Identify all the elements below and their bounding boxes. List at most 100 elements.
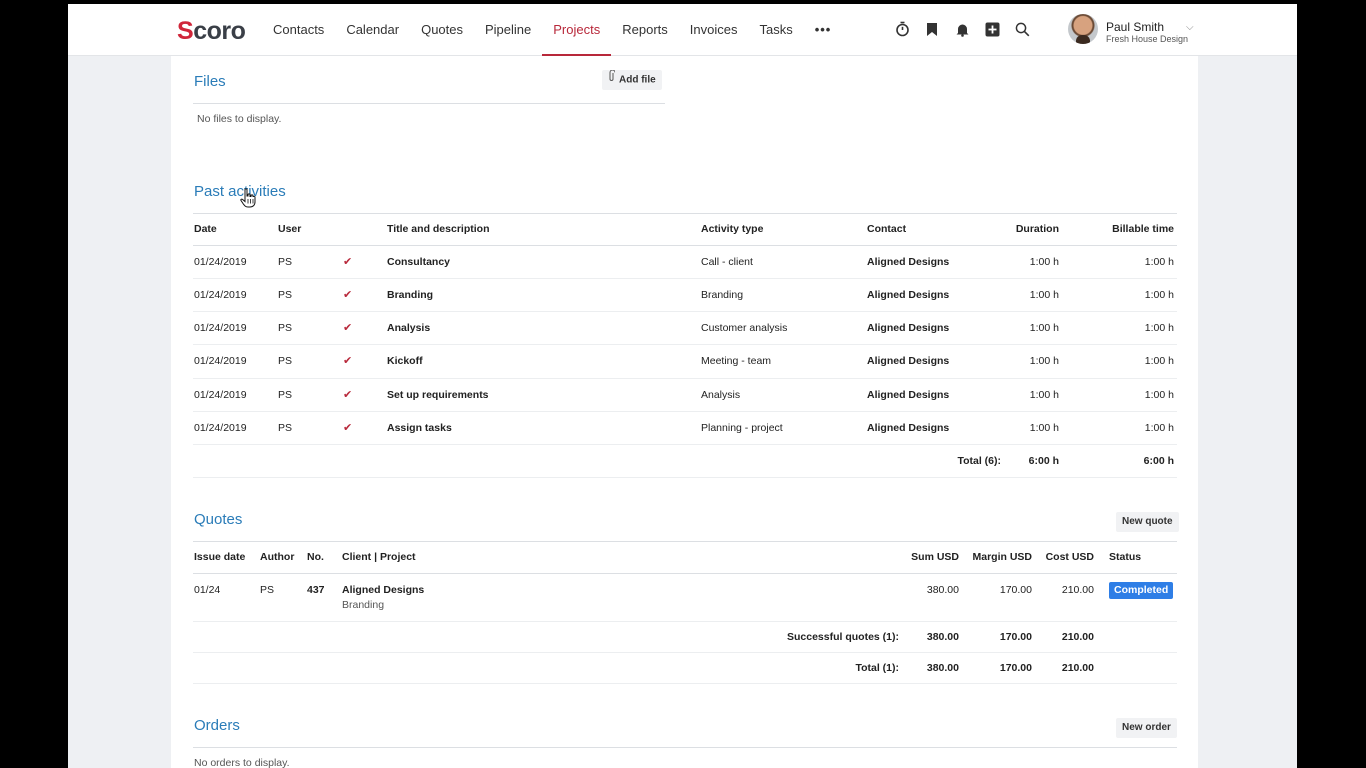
- col-issue-date[interactable]: Issue date: [194, 551, 245, 563]
- activity-type: Customer analysis: [701, 322, 788, 334]
- activity-type: Meeting - team: [701, 355, 772, 367]
- activity-billable: 1:00 h: [1144, 289, 1174, 301]
- nav-contacts[interactable]: Contacts: [262, 4, 335, 56]
- col-title[interactable]: Title and description: [387, 223, 490, 235]
- activity-title[interactable]: Branding: [387, 289, 433, 301]
- nav-tasks[interactable]: Tasks: [748, 4, 803, 56]
- quotes-total-margin: 170.00: [999, 662, 1032, 674]
- activity-billable: 1:00 h: [1144, 355, 1174, 367]
- scoro-logo[interactable]: Scoro: [177, 17, 246, 46]
- row-divider: [193, 444, 1177, 445]
- row-divider: [193, 477, 1177, 478]
- activity-date: 01/24/2019: [194, 322, 247, 334]
- row-divider: [193, 652, 1177, 653]
- quote-client[interactable]: Aligned Designs: [342, 584, 424, 596]
- bell-icon[interactable]: [952, 18, 972, 40]
- activity-contact[interactable]: Aligned Designs: [867, 422, 949, 434]
- activity-user: PS: [278, 389, 293, 401]
- check-icon[interactable]: ✔: [343, 388, 352, 401]
- activity-date: 01/24/2019: [194, 256, 247, 268]
- activities-total-duration: 6:00 h: [1028, 455, 1059, 467]
- quote-cost: 210.00: [1061, 584, 1094, 596]
- activity-duration: 1:00 h: [1029, 422, 1059, 434]
- add-icon[interactable]: [982, 18, 1002, 40]
- activity-user: PS: [278, 322, 293, 334]
- col-client-project[interactable]: Client | Project: [342, 551, 416, 563]
- col-number[interactable]: No.: [307, 551, 324, 563]
- activity-contact[interactable]: Aligned Designs: [867, 256, 949, 268]
- activities-divider: [193, 213, 1177, 214]
- activity-duration: 1:00 h: [1029, 389, 1059, 401]
- activity-date: 01/24/2019: [194, 355, 247, 367]
- activity-user: PS: [278, 355, 293, 367]
- activity-contact[interactable]: Aligned Designs: [867, 289, 949, 301]
- user-menu[interactable]: Paul Smith Fresh House Design ⌵: [1068, 14, 1208, 46]
- col-billable[interactable]: Billable time: [1094, 223, 1174, 235]
- col-activity-type[interactable]: Activity type: [701, 223, 763, 235]
- new-quote-button[interactable]: New quote: [1116, 512, 1179, 532]
- activity-date: 01/24/2019: [194, 389, 247, 401]
- col-user[interactable]: User: [278, 223, 301, 235]
- activity-contact[interactable]: Aligned Designs: [867, 389, 949, 401]
- activities-total-billable: 6:00 h: [1143, 455, 1174, 467]
- add-file-button[interactable]: Add file: [602, 69, 662, 90]
- activity-title[interactable]: Analysis: [387, 322, 430, 334]
- nav-invoices[interactable]: Invoices: [679, 4, 749, 56]
- col-cost[interactable]: Cost USD: [1024, 551, 1094, 563]
- activity-duration: 1:00 h: [1029, 322, 1059, 334]
- check-icon[interactable]: ✔: [343, 255, 352, 268]
- check-icon[interactable]: ✔: [343, 321, 352, 334]
- user-name: Paul Smith: [1106, 20, 1165, 34]
- user-company: Fresh House Design: [1106, 34, 1189, 44]
- timer-icon[interactable]: [892, 18, 912, 40]
- status-badge: Completed: [1109, 582, 1174, 599]
- search-icon[interactable]: [1012, 18, 1032, 40]
- activity-title[interactable]: Assign tasks: [387, 422, 452, 434]
- activity-contact[interactable]: Aligned Designs: [867, 355, 949, 367]
- avatar: [1068, 14, 1098, 44]
- quotes-title[interactable]: Quotes: [194, 511, 242, 528]
- col-duration[interactable]: Duration: [989, 223, 1059, 235]
- quote-number[interactable]: 437: [307, 584, 325, 596]
- nav-quotes[interactable]: Quotes: [410, 4, 474, 56]
- col-date[interactable]: Date: [194, 223, 217, 235]
- files-title: Files: [194, 73, 226, 90]
- row-divider: [193, 311, 1177, 312]
- activity-title[interactable]: Set up requirements: [387, 389, 489, 401]
- col-contact[interactable]: Contact: [867, 223, 906, 235]
- top-navigation-bar: Scoro Contacts Calendar Quotes Pipeline …: [68, 4, 1297, 56]
- successful-quotes-margin: 170.00: [999, 631, 1032, 643]
- project-content: Files Add file No files to display. Past…: [171, 56, 1198, 768]
- orders-divider: [193, 747, 1177, 748]
- nav-reports[interactable]: Reports: [611, 4, 679, 56]
- activity-type: Call - client: [701, 256, 753, 268]
- activity-user: PS: [278, 256, 293, 268]
- quote-project[interactable]: Branding: [342, 599, 384, 611]
- nav-projects[interactable]: Projects: [542, 4, 612, 56]
- col-sum[interactable]: Sum USD: [889, 551, 959, 563]
- paperclip-icon: [608, 69, 616, 90]
- nav-pipeline[interactable]: Pipeline: [474, 4, 542, 56]
- orders-title[interactable]: Orders: [194, 717, 240, 734]
- activity-date: 01/24/2019: [194, 422, 247, 434]
- check-icon[interactable]: ✔: [343, 288, 352, 301]
- row-divider: [193, 621, 1177, 622]
- quotes-total-label: Total (1):: [855, 662, 899, 674]
- activity-type: Analysis: [701, 389, 741, 401]
- new-order-button[interactable]: New order: [1116, 718, 1177, 738]
- col-margin[interactable]: Margin USD: [962, 551, 1032, 563]
- chevron-down-icon[interactable]: ⌵: [1186, 22, 1194, 33]
- nav-calendar[interactable]: Calendar: [335, 4, 410, 56]
- check-icon[interactable]: ✔: [343, 354, 352, 367]
- activity-contact[interactable]: Aligned Designs: [867, 322, 949, 334]
- quotes-total-cost: 210.00: [1061, 662, 1094, 674]
- nav-more-icon[interactable]: •••: [804, 4, 843, 56]
- col-status[interactable]: Status: [1109, 551, 1141, 563]
- activity-title[interactable]: Kickoff: [387, 355, 423, 367]
- check-icon[interactable]: ✔: [343, 421, 352, 434]
- bookmark-icon[interactable]: [922, 18, 942, 40]
- app-window: Scoro Contacts Calendar Quotes Pipeline …: [68, 4, 1297, 768]
- activity-title[interactable]: Consultancy: [387, 256, 450, 268]
- quote-margin: 170.00: [999, 584, 1032, 596]
- col-author[interactable]: Author: [260, 551, 294, 563]
